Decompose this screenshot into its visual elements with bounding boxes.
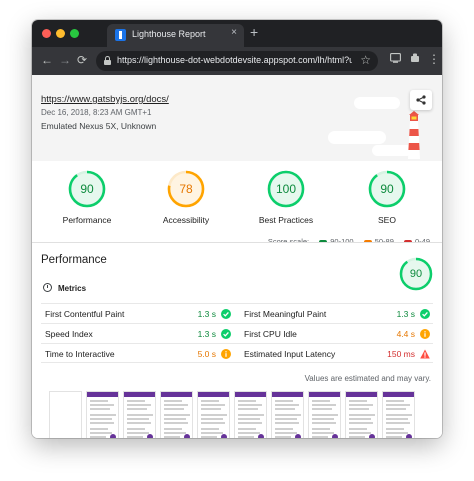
metric-value: 150 ms [387, 349, 415, 359]
average-info-icon [420, 329, 430, 339]
score-gauge-performance[interactable]: 90 Performance [37, 170, 137, 225]
metrics-row: First Contentful Paint 1.3 s First Meaning… [41, 303, 433, 323]
metric-value: 1.3 s [197, 329, 216, 339]
address-bar[interactable]: https://lighthouse-dot-webdotdevsite.app… [96, 51, 378, 71]
lighthouse-favicon-icon [115, 29, 126, 41]
metric-value: 1.3 s [197, 309, 216, 319]
score-summary: 90 Performance 78 Accessibility 100 Best Prac… [32, 161, 442, 246]
emulated-device: Emulated Nexus 5X, Unknown [41, 121, 157, 131]
back-button[interactable]: ← [41, 52, 53, 68]
metric-label: First Meaningful Paint [244, 309, 327, 319]
lighthouse-logo-icon [408, 111, 420, 159]
share-button[interactable] [410, 90, 432, 110]
metric-estimated-input-latency: Estimated Input Latency 150 ms [240, 344, 433, 364]
metrics-row: Time to Interactive 5.0 s Estimated Input … [41, 343, 433, 363]
metric-label: Time to Interactive [45, 349, 115, 359]
extension-icon[interactable] [410, 53, 420, 66]
pass-check-icon [221, 309, 231, 319]
filmstrip-frame [197, 391, 230, 438]
browser-window: Lighthouse Report × + ← → ⟳ https://ligh… [32, 20, 442, 438]
timer-icon [43, 283, 52, 292]
pass-check-icon [420, 309, 430, 319]
tab-title: Lighthouse Report [132, 29, 206, 39]
filmstrip-frame [123, 391, 156, 438]
gauge-ring: 100 [267, 170, 305, 208]
cast-icon[interactable] [390, 53, 401, 66]
metrics-heading: Metrics [43, 283, 86, 293]
gauge-label: Accessibility [162, 215, 210, 225]
performance-score: 90 [409, 268, 423, 280]
address-url[interactable]: https://lighthouse-dot-webdotdevsite.app… [117, 55, 352, 65]
gauge-score: 90 [380, 182, 394, 196]
metric-label: Speed Index [45, 329, 93, 339]
tab-close-icon[interactable]: × [231, 27, 237, 38]
report-page: https://www.gatsbyjs.org/docs/ Dec 16, 2… [32, 75, 442, 438]
filmstrip-frame [271, 391, 304, 438]
metric-label: First Contentful Paint [45, 309, 125, 319]
filmstrip-frame [345, 391, 378, 438]
gauge-ring: 90 [368, 170, 406, 208]
gauge-label: Best Practices [258, 215, 314, 225]
new-tab-button[interactable]: + [250, 24, 258, 40]
filmstrip-frame [234, 391, 267, 438]
gauge-label: Performance [62, 215, 112, 225]
metric-first-cpu-idle: First CPU Idle 4.4 s [240, 324, 433, 344]
gauge-label: SEO [378, 215, 396, 225]
reload-button[interactable]: ⟳ [77, 52, 87, 68]
fail-warning-icon [420, 349, 430, 359]
gauge-ring: 78 [167, 170, 205, 208]
close-window-button[interactable] [42, 29, 51, 38]
performance-heading: Performance [41, 254, 107, 266]
gauge-score: 100 [275, 182, 297, 196]
metric-label: Estimated Input Latency [244, 349, 336, 359]
browser-menu-icon[interactable]: ⋮ [428, 52, 440, 66]
metric-label: First CPU Idle [244, 329, 297, 339]
browser-toolbar: ← → ⟳ https://lighthouse-dot-webdotdevsi… [32, 47, 442, 75]
gauge-score: 90 [80, 182, 94, 196]
maximize-window-button[interactable] [70, 29, 79, 38]
score-gauge-seo[interactable]: 90 SEO [337, 170, 437, 225]
filmstrip-frame [49, 391, 82, 438]
metric-value: 1.3 s [396, 309, 415, 319]
cloud-decoration [328, 131, 386, 144]
run-date: Dec 16, 2018, 8:23 AM GMT+1 [41, 108, 152, 117]
metric-time-to-interactive: Time to Interactive 5.0 s [41, 344, 234, 364]
performance-gauge[interactable]: 90 [399, 257, 433, 291]
audited-url-link[interactable]: https://www.gatsbyjs.org/docs/ [41, 94, 169, 105]
filmstrip-frame [86, 391, 119, 438]
metric-first-meaningful-paint: First Meaningful Paint 1.3 s [240, 304, 433, 324]
forward-button[interactable]: → [59, 52, 71, 68]
gauge-score: 78 [179, 182, 193, 196]
performance-section: Performance 90 Metrics First Contentful … [32, 242, 442, 438]
screenshot-filmstrip [41, 391, 433, 438]
metric-speed-index: Speed Index 1.3 s [41, 324, 234, 344]
bookmark-star-icon[interactable]: ☆ [360, 53, 371, 67]
metric-first-contentful-paint: First Contentful Paint 1.3 s [41, 304, 234, 324]
filmstrip-frame [160, 391, 193, 438]
lock-icon [104, 56, 111, 65]
filmstrip-frame [382, 391, 415, 438]
gauge-ring: 90 [68, 170, 106, 208]
score-gauge-best-practices[interactable]: 100 Best Practices [236, 170, 336, 225]
pass-check-icon [221, 329, 231, 339]
cloud-decoration [354, 97, 400, 109]
share-icon [416, 95, 426, 105]
metric-value: 5.0 s [197, 349, 216, 359]
metric-value: 4.4 s [396, 329, 415, 339]
tab-strip: Lighthouse Report × + [32, 20, 442, 47]
score-gauge-accessibility[interactable]: 78 Accessibility [136, 170, 236, 225]
metrics-table: First Contentful Paint 1.3 s First Meaning… [41, 303, 433, 363]
average-info-icon [221, 349, 231, 359]
minimize-window-button[interactable] [56, 29, 65, 38]
filmstrip-frame [308, 391, 341, 438]
metrics-row: Speed Index 1.3 s First CPU Idle 4.4 s [41, 323, 433, 343]
estimate-note: Values are estimated and may vary. [304, 374, 431, 383]
tab-lighthouse-report[interactable]: Lighthouse Report × [107, 24, 244, 47]
